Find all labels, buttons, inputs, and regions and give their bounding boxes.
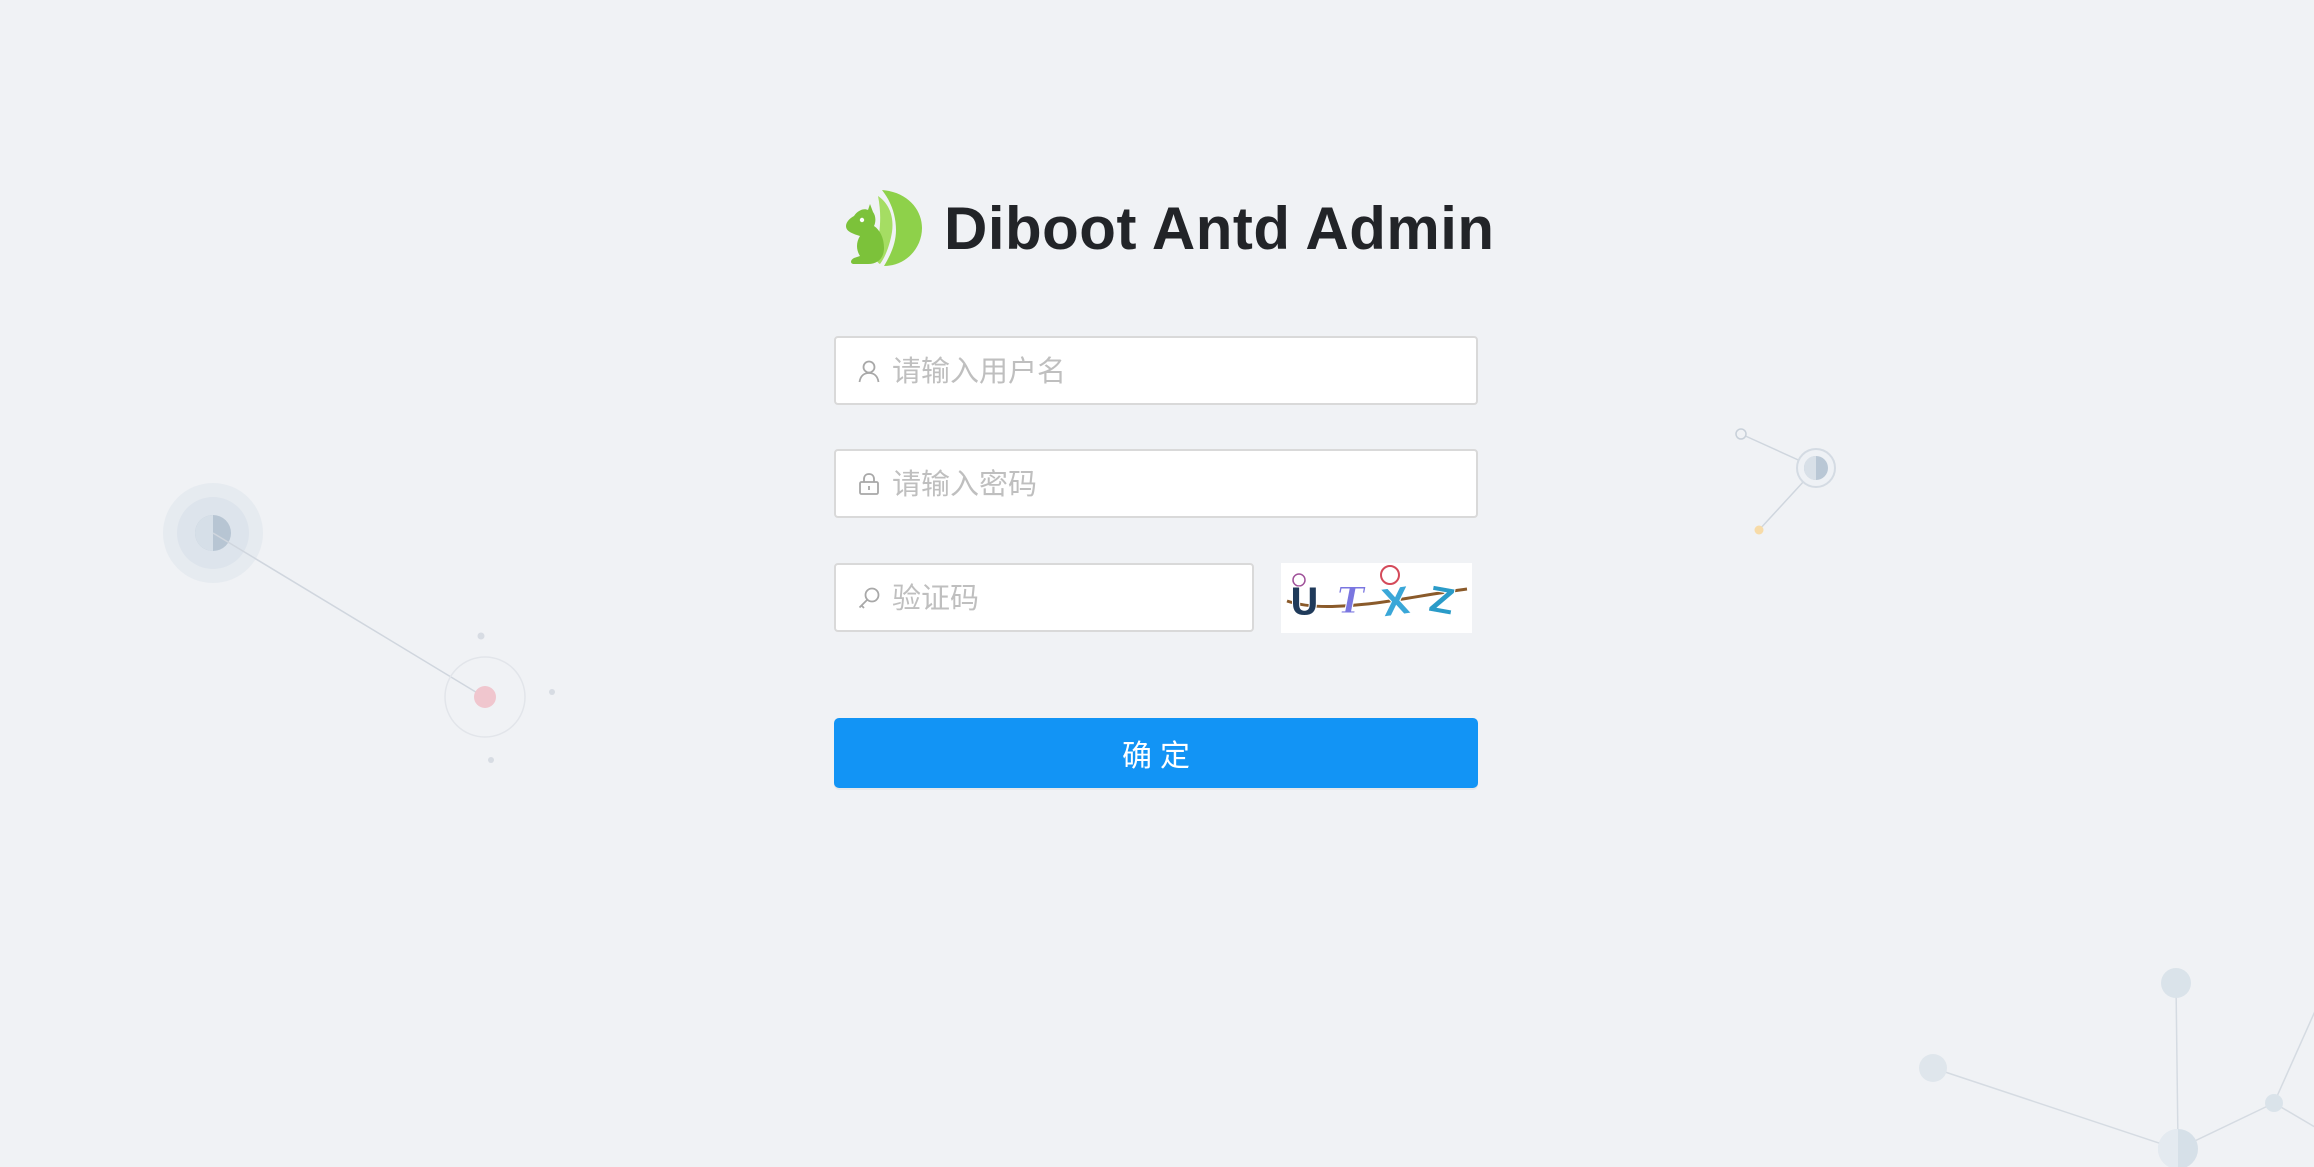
submit-button[interactable]: 确定	[834, 718, 1478, 788]
lock-icon	[859, 472, 879, 495]
captcha-char-2: T	[1337, 580, 1366, 622]
captcha-field[interactable]	[834, 563, 1254, 632]
login-header: Diboot Antd Admin	[840, 186, 1495, 270]
captcha-char-3: X	[1378, 578, 1413, 626]
captcha-image[interactable]: U T X Z	[1281, 563, 1472, 633]
user-icon	[858, 360, 880, 382]
username-field[interactable]	[834, 336, 1478, 405]
captcha-char-1: U	[1289, 580, 1320, 624]
app-title: Diboot Antd Admin	[944, 194, 1495, 262]
squirrel-logo-icon	[846, 190, 922, 266]
key-icon	[858, 587, 880, 609]
password-input[interactable]	[892, 451, 1476, 516]
username-input[interactable]	[892, 338, 1476, 403]
password-field[interactable]	[834, 449, 1478, 518]
captcha-input[interactable]	[892, 565, 1252, 630]
